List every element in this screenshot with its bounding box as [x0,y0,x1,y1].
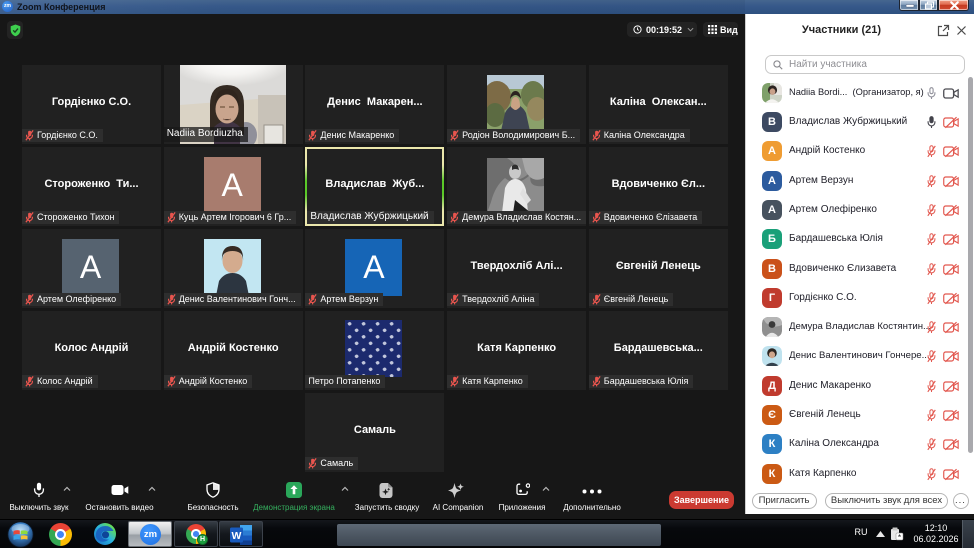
svg-text:W: W [232,530,242,542]
